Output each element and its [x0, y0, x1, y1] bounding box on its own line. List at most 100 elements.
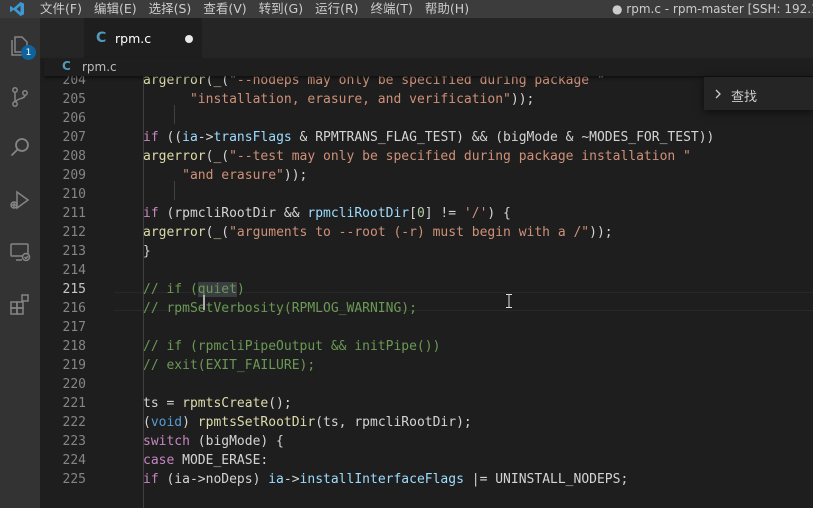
c-file-icon: C	[96, 30, 107, 46]
code-token: ));	[589, 225, 613, 240]
breadcrumb-file[interactable]: rpm.c	[82, 60, 117, 74]
menu-item[interactable]: 编辑(E)	[88, 0, 143, 18]
activity-bar: 1	[0, 18, 40, 508]
code-token: // if (rpmcliPipeOutput && initPipe())	[143, 339, 441, 354]
code-token: if	[143, 206, 159, 221]
title-bar: 文件(F) 编辑(E) 选择(S) 查看(V) 转到(G) 运行(R) 终端(T) 帮助(H)…	[0, 0, 813, 18]
code-token: |= UNINSTALL_NODEPS;	[463, 472, 629, 487]
code-token: '/'	[463, 206, 488, 221]
ibeam-cursor-icon	[505, 294, 513, 312]
line-number: 207	[62, 130, 86, 145]
code-token: ->	[283, 472, 300, 487]
code-token: if	[143, 130, 159, 145]
code-token: ) {	[487, 206, 511, 221]
code-token: MODE_ERASE:	[174, 453, 269, 468]
line-number: 209	[62, 168, 86, 183]
code-line: 219 // exit(EXIT_FAILURE);	[44, 356, 813, 375]
code-token: ia	[268, 472, 284, 487]
code-token: ));	[510, 92, 535, 107]
explorer-badge: 1	[21, 45, 36, 60]
code-token: ();	[268, 396, 292, 411]
unsaved-dot-icon[interactable]	[185, 35, 193, 43]
line-number: 218	[62, 339, 86, 354]
line-number: 223	[62, 434, 86, 449]
menu-item[interactable]: 转到(G)	[253, 0, 309, 18]
code-token: (	[221, 149, 230, 164]
code-token: (ia->noDeps)	[158, 472, 269, 487]
code-token: "installation, erasure, and verification…	[189, 92, 511, 107]
code-line: 208 argerror(_("--test may only be specif…	[44, 147, 813, 166]
menu-item[interactable]: 帮助(H)	[419, 0, 475, 18]
code-token: if	[143, 472, 159, 487]
code-token: case	[143, 453, 175, 468]
code-line: 211 if (rpmcliRootDir && rpmcliRootDir[0]…	[44, 204, 813, 223]
code-line: 224 case MODE_ERASE:	[44, 451, 813, 470]
line-number: 217	[62, 320, 86, 335]
code-line: 210	[44, 185, 813, 204]
code-line: 207 if ((ia->transFlags & RPMTRANS_FLAG_T…	[44, 128, 813, 147]
vscode-logo-icon	[0, 0, 34, 18]
search-icon[interactable]	[4, 132, 36, 164]
code-text: argerror(_("arguments to --root (-r) mus…	[143, 223, 613, 242]
code-line: 223 switch (bigMode) {	[44, 432, 813, 451]
code-text: }	[143, 242, 151, 261]
tab-bar: C rpm.c	[40, 18, 813, 58]
code-line: 220	[44, 375, 813, 394]
menu-item[interactable]: 选择(S)	[143, 0, 198, 18]
code-line: 215 // if (quiet)	[44, 280, 813, 299]
source-control-icon[interactable]	[4, 81, 36, 113]
line-number: 225	[62, 472, 86, 487]
line-number: 212	[62, 225, 86, 240]
line-number: 222	[62, 415, 86, 430]
c-file-icon: C	[62, 59, 71, 73]
code-text: ts = rpmtsCreate();	[143, 394, 292, 413]
remote-explorer-icon[interactable]	[4, 236, 36, 268]
extensions-icon[interactable]	[4, 288, 36, 320]
window-title: ● rpm.c - rpm-master [SSH: 192.168.2	[612, 2, 813, 16]
code-token: )	[182, 415, 198, 430]
find-input[interactable]: 查找	[731, 86, 757, 105]
code-text: (void) rpmtsSetRootDir(ts, rpmcliRootDir…	[143, 413, 472, 432]
code-editor[interactable]: 203if (ia->noDeps & (bigMode & ~MODES_FO…	[44, 58, 813, 508]
code-token: rpmcliRootDir	[307, 206, 410, 221]
menu-item[interactable]: 运行(R)	[309, 0, 364, 18]
tab-label: rpm.c	[115, 31, 152, 46]
code-token: ));	[283, 168, 308, 183]
code-token: "and erasure"	[182, 168, 284, 183]
code-text: if (rpmcliRootDir && rpmcliRootDir[0] !=…	[143, 204, 511, 223]
menu-item[interactable]: 文件(F)	[34, 0, 88, 18]
line-number: 211	[62, 206, 86, 221]
code-token: 0	[416, 206, 425, 221]
code-token: // rpmSetVerbosity(RPMLOG_WARNING);	[143, 301, 417, 316]
code-token: "--test may only be specified during pac…	[229, 149, 691, 164]
code-token: switch	[143, 434, 190, 449]
menu-item[interactable]: 终端(T)	[365, 0, 419, 18]
code-line: 221 ts = rpmtsCreate();	[44, 394, 813, 413]
code-text: argerror(_("--test may only be specified…	[143, 147, 691, 166]
code-line: 222 (void) rpmtsSetRootDir(ts, rpmcliRoot…	[44, 413, 813, 432]
line-number: 205	[62, 92, 86, 107]
line-number: 219	[62, 358, 86, 373]
line-number: 224	[62, 453, 86, 468]
code-line: 218 // if (rpmcliPipeOutput && initPipe()…	[44, 337, 813, 356]
code-token: (bigMode) {	[189, 434, 284, 449]
text-cursor	[203, 295, 205, 310]
line-number: 221	[62, 396, 86, 411]
find-widget: 查找	[704, 77, 813, 110]
code-text: if (ia->noDeps) ia->installInterfaceFlag…	[143, 470, 628, 489]
code-token: (rpmcliRootDir &&	[158, 206, 308, 221]
code-token: ((	[158, 130, 183, 145]
code-line: 213}	[44, 242, 813, 261]
code-token: ->	[197, 130, 214, 145]
menu-item[interactable]: 查看(V)	[197, 0, 252, 18]
chevron-right-icon[interactable]	[712, 86, 724, 105]
run-debug-icon[interactable]	[4, 184, 36, 216]
code-line: 212 argerror(_("arguments to --root (-r) …	[44, 223, 813, 242]
code-token: installInterfaceFlags	[299, 472, 464, 487]
code-token: (	[143, 415, 151, 430]
code-text: // rpmSetVerbosity(RPMLOG_WARNING);	[143, 299, 417, 318]
code-line: 225 if (ia->noDeps) ia->installInterfaceF…	[44, 470, 813, 489]
code-token: // exit(EXIT_FAILURE);	[143, 358, 316, 373]
tab-rpm-c[interactable]: C rpm.c	[84, 18, 202, 58]
